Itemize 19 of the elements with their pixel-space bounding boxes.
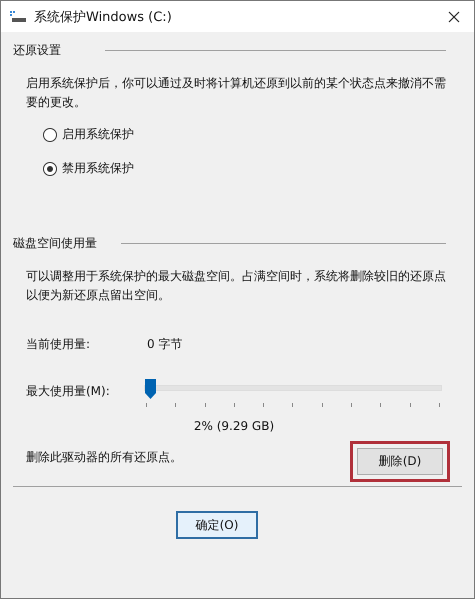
delete-text: 删除此驱动器的所有还原点。 xyxy=(26,449,182,466)
current-usage-label: 当前使用量: xyxy=(26,336,92,353)
section-heading: 还原设置 xyxy=(13,42,61,59)
radio-label[interactable]: 禁用系统保护 xyxy=(62,160,134,177)
section-heading: 磁盘空间使用量 xyxy=(13,235,97,252)
max-usage-label: 最大使用量(M): xyxy=(26,383,111,400)
window-title: 系统保护Windows (C:) xyxy=(34,8,173,26)
close-icon[interactable] xyxy=(448,10,460,22)
delete-button[interactable]: 删除(D) xyxy=(357,448,443,475)
radio-button[interactable] xyxy=(43,162,57,176)
drive-icon xyxy=(10,10,26,22)
max-usage-reading: 2% (9.29 GB) xyxy=(192,419,276,433)
current-usage-value: 0 字节 xyxy=(147,336,182,353)
ok-button[interactable]: 确定(O) xyxy=(176,511,258,539)
slider-thumb[interactable] xyxy=(144,379,156,399)
description-text: 可以调整用于系统保护的最大磁盘空间。占满空间时，系统将删除较旧的还原点以便为新还原点留出空间。 xyxy=(26,268,447,304)
radio-label[interactable]: 启用系统保护 xyxy=(62,126,134,143)
radio-button[interactable] xyxy=(43,128,57,142)
description-text: 启用系统保护后，你可以通过及时将计算机还原到以前的某个状态点来撤消不需要的更改。 xyxy=(26,75,447,111)
